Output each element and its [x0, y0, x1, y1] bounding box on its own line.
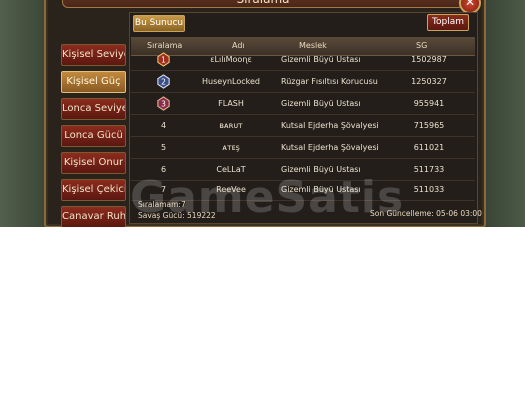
player-name: ʙᴀʀᴜᴛ	[219, 121, 243, 130]
svg-text:2: 2	[161, 77, 166, 86]
sidebar-item-label: Lonca Gücü	[64, 130, 123, 141]
game-screen: Sıralama ✕ Kişisel Seviye Kişisel Güç Lo…	[0, 0, 525, 227]
player-name: ᴀᴛᴇş	[222, 143, 240, 152]
svg-text:1: 1	[161, 55, 166, 64]
player-power: 611021	[413, 143, 445, 152]
player-class: Gizemli Büyü Ustası	[281, 99, 361, 108]
svg-text:3: 3	[161, 99, 166, 108]
player-power: 955941	[413, 99, 445, 108]
player-class: Kutsal Ejderha Şövalyesi	[281, 121, 379, 130]
tab-this-server[interactable]: Bu Sunucu	[133, 15, 185, 32]
bronze-rank-badge-icon: 3	[157, 96, 170, 111]
table-row[interactable]: 5 ᴀᴛᴇş Kutsal Ejderha Şövalyesi 611021	[131, 137, 475, 159]
sidebar-item-monster-soul[interactable]: Canavar Ruhu	[61, 206, 126, 227]
silver-rank-badge-icon: 2	[157, 74, 170, 89]
sidebar-item-guild-level[interactable]: Lonca Seviyesi	[61, 98, 126, 120]
player-name: FLASH	[218, 99, 244, 108]
player-class: Kutsal Ejderha Şövalyesi	[281, 143, 379, 152]
last-update: Son Güncelleme: 05-06 03:00	[370, 209, 482, 218]
table-row[interactable]: 1 ɛLılıMooɳɛ Gizemli Büyü Ustası 1502987	[131, 49, 475, 71]
sidebar-item-personal-charm[interactable]: Kişisel Çekicilik	[61, 179, 126, 201]
player-power: 1502987	[411, 55, 447, 64]
sidebar-item-personal-power[interactable]: Kişisel Güç	[61, 71, 126, 93]
sidebar-item-label: Kişisel Güç	[66, 76, 121, 87]
sidebar-item-personal-level[interactable]: Kişisel Seviye	[61, 44, 126, 66]
player-class: Rüzgar Fısıltısı Korucusu	[281, 77, 378, 86]
sidebar-item-label: Lonca Seviyesi	[62, 103, 125, 114]
window-title: Sıralama	[62, 0, 464, 8]
my-power: Savaş Gücü: 519222	[138, 211, 216, 220]
table-row[interactable]: 4 ʙᴀʀᴜᴛ Kutsal Ejderha Şövalyesi 715965	[131, 115, 475, 137]
player-class: Gizemli Büyü Ustası	[281, 55, 361, 64]
player-power: 1250327	[411, 77, 447, 86]
table-row[interactable]: 3 FLASH Gizemli Büyü Ustası 955941	[131, 93, 475, 115]
my-rank-info: Sıralamam:7 Savaş Gücü: 519222	[138, 199, 216, 221]
sidebar-item-label: Kişisel Seviye	[62, 49, 126, 60]
background-left	[0, 0, 50, 227]
gold-rank-badge-icon: 1	[157, 52, 170, 67]
sidebar-item-personal-honor[interactable]: Kişisel Onur	[61, 152, 126, 174]
player-power: 715965	[413, 121, 445, 130]
my-rank: Sıralamam:7	[138, 200, 186, 209]
sidebar-item-label: Kişisel Çekicilik	[62, 184, 126, 195]
sidebar-item-label: Canavar Ruhu	[62, 211, 126, 222]
player-name: HuseynLocked	[202, 77, 260, 86]
table-row[interactable]: 2 HuseynLocked Rüzgar Fısıltısı Korucusu…	[131, 71, 475, 93]
player-name: ɛLılıMooɳɛ	[210, 55, 252, 64]
sidebar-item-label: Kişisel Onur	[63, 157, 124, 168]
tab-total[interactable]: Toplam	[427, 14, 469, 31]
sidebar-item-guild-power[interactable]: Lonca Gücü	[61, 125, 126, 147]
